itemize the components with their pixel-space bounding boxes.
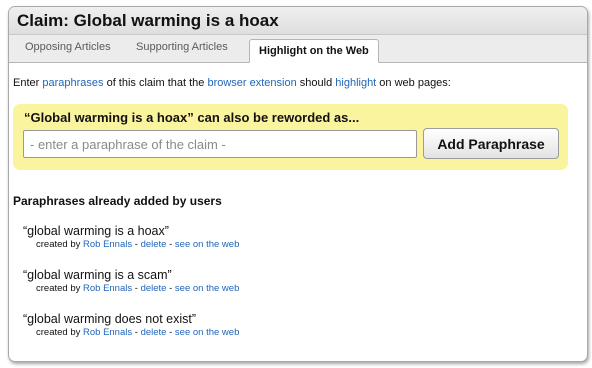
tab-highlight-on-web[interactable]: Highlight on the Web	[249, 39, 379, 63]
paraphrase-text: “global warming is a scam”	[23, 268, 172, 282]
instructions-part-1: Enter	[13, 77, 43, 89]
tab-opposing-articles[interactable]: Opposing Articles	[25, 41, 111, 53]
claim-title: Claim: Global warming is a hoax	[17, 11, 279, 30]
add-paraphrase-heading: “Global warming is a hoax” can also be r…	[24, 110, 360, 125]
paraphrase-meta: created by Rob Ennals - delete - see on …	[36, 238, 563, 251]
created-by-label: created by	[36, 327, 83, 338]
add-paraphrase-box: “Global warming is a hoax” can also be r…	[13, 104, 568, 170]
tab-bar: Opposing Articles Supporting Articles Hi…	[9, 35, 587, 63]
list-item: “global warming is a hoax” created by Ro…	[23, 224, 563, 268]
separator: -	[132, 283, 141, 294]
created-by-label: created by	[36, 239, 83, 250]
paraphrase-meta: created by Rob Ennals - delete - see on …	[36, 326, 563, 339]
separator: -	[166, 327, 175, 338]
see-on-web-link[interactable]: see on the web	[175, 239, 239, 250]
created-by-label: created by	[36, 283, 83, 294]
instructions-text: Enter paraphrases of this claim that the…	[13, 77, 451, 89]
highlight-link[interactable]: highlight	[335, 77, 376, 89]
see-on-web-link[interactable]: see on the web	[175, 327, 239, 338]
author-link[interactable]: Rob Ennals	[83, 283, 132, 294]
instructions-part-2: of this claim that the	[103, 77, 208, 89]
author-link[interactable]: Rob Ennals	[83, 239, 132, 250]
separator: -	[166, 283, 175, 294]
delete-link[interactable]: delete	[141, 239, 167, 250]
browser-extension-link[interactable]: browser extension	[207, 77, 296, 89]
title-bar: Claim: Global warming is a hoax	[9, 7, 587, 35]
paraphrase-text: “global warming does not exist”	[23, 312, 196, 326]
delete-link[interactable]: delete	[141, 283, 167, 294]
list-item: “global warming is a scam” created by Ro…	[23, 268, 563, 312]
instructions-part-4: on web pages:	[376, 77, 451, 89]
paraphrase-input[interactable]	[23, 130, 417, 158]
paraphrase-meta: created by Rob Ennals - delete - see on …	[36, 282, 563, 295]
separator: -	[132, 327, 141, 338]
paraphrase-list: “global warming is a hoax” created by Ro…	[23, 224, 563, 356]
delete-link[interactable]: delete	[141, 327, 167, 338]
tab-supporting-articles[interactable]: Supporting Articles	[136, 41, 228, 53]
see-on-web-link[interactable]: see on the web	[175, 283, 239, 294]
paraphrase-text: “global warming is a hoax”	[23, 224, 169, 238]
paraphrases-section-title: Paraphrases already added by users	[13, 194, 222, 208]
list-item: “global warming does not exist” created …	[23, 312, 563, 356]
separator: -	[166, 239, 175, 250]
instructions-part-3: should	[296, 77, 336, 89]
paraphrases-link[interactable]: paraphrases	[42, 77, 103, 89]
author-link[interactable]: Rob Ennals	[83, 327, 132, 338]
add-paraphrase-button[interactable]: Add Paraphrase	[423, 128, 559, 159]
separator: -	[132, 239, 141, 250]
